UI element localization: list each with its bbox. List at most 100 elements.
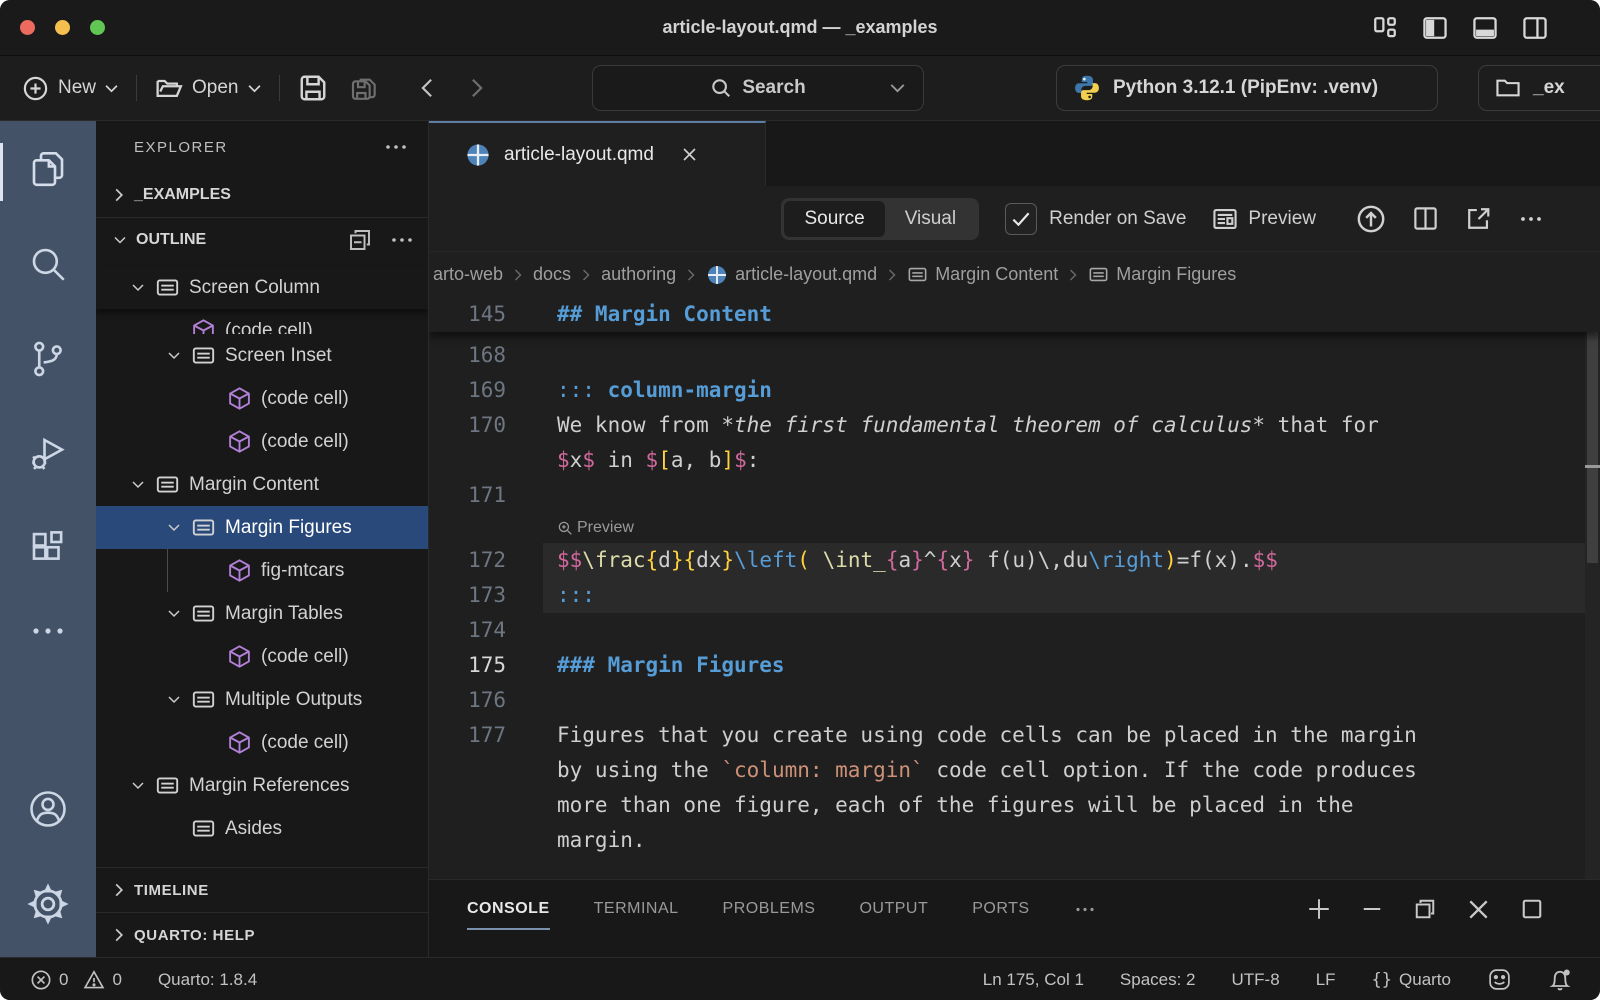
- quarto-help-section-header[interactable]: QUARTO: HELP: [96, 912, 428, 957]
- workspace-section-header[interactable]: _EXAMPLES: [96, 173, 428, 217]
- breadcrumb-item-docs[interactable]: docs: [533, 264, 571, 285]
- outline-item-fig-mtcars[interactable]: fig-mtcars: [96, 549, 428, 592]
- interpreter-selector-button[interactable]: Python 3.12.1 (PipEnv: .venv): [1056, 65, 1438, 111]
- cursor-position-status[interactable]: Ln 175, Col 1: [983, 970, 1084, 990]
- code-line[interactable]: by using the `column: margin` code cell …: [429, 753, 1600, 788]
- feedback-smiley-icon[interactable]: [1487, 967, 1512, 992]
- outline-item-asides[interactable]: Asides: [96, 807, 428, 850]
- close-tab-icon[interactable]: [681, 146, 698, 163]
- breadcrumb-item-margin-content[interactable]: Margin Content: [907, 264, 1058, 285]
- outline-more-actions-icon[interactable]: [390, 236, 414, 244]
- problems-status[interactable]: 0 0: [30, 969, 122, 991]
- outline-item-margin-tables[interactable]: Margin Tables: [96, 592, 428, 635]
- toggle-left-sidebar-icon[interactable]: [1422, 15, 1448, 41]
- editor-more-actions-button[interactable]: [1518, 215, 1544, 223]
- eol-status[interactable]: LF: [1316, 970, 1336, 990]
- indentation-status[interactable]: Spaces: 2: [1120, 970, 1196, 990]
- outline-item--code-cell-[interactable]: (code cell): [96, 420, 428, 463]
- outline-item-margin-figures[interactable]: Margin Figures: [96, 506, 428, 549]
- panel-more-tabs-icon[interactable]: [1074, 880, 1096, 938]
- open-in-new-window-button[interactable]: [1465, 205, 1492, 232]
- minimize-window-button[interactable]: [55, 20, 70, 35]
- customize-layout-icon[interactable]: [1372, 15, 1398, 41]
- code-line[interactable]: 169::: column-margin: [429, 373, 1600, 408]
- outline-item-screen-inset[interactable]: Screen Inset: [96, 334, 428, 377]
- encoding-status[interactable]: UTF-8: [1232, 970, 1280, 990]
- render-button[interactable]: [1356, 204, 1386, 234]
- restore-panel-icon[interactable]: [1413, 897, 1437, 921]
- outline-item-margin-content[interactable]: Margin Content: [96, 463, 428, 506]
- split-editor-button[interactable]: [1412, 205, 1439, 232]
- panel-tab-terminal[interactable]: TERMINAL: [594, 880, 679, 938]
- code-line[interactable]: 176: [429, 683, 1600, 718]
- sticky-scroll-line[interactable]: 145## Margin Content: [429, 297, 1600, 332]
- outline-item--code-cell-[interactable]: (code cell): [96, 377, 428, 420]
- code-line[interactable]: 173:::: [429, 578, 1600, 613]
- quarto-version-status[interactable]: Quarto: 1.8.4: [158, 970, 257, 990]
- breadcrumb-item-authoring[interactable]: authoring: [601, 264, 676, 285]
- mode-visual-button[interactable]: Visual: [885, 201, 976, 237]
- toggle-bottom-panel-icon[interactable]: [1472, 15, 1498, 41]
- outline-item-screen-column[interactable]: Screen Column: [96, 266, 428, 309]
- outline-item-margin-references[interactable]: Margin References: [96, 764, 428, 807]
- panel-tab-console[interactable]: CONSOLE: [467, 880, 550, 938]
- navigate-back-button[interactable]: [416, 77, 438, 99]
- editor-scrollbar[interactable]: [1585, 297, 1600, 879]
- code-line[interactable]: 174: [429, 613, 1600, 648]
- new-file-button[interactable]: New: [22, 75, 118, 102]
- workspace-folder-button[interactable]: _ex: [1478, 65, 1600, 111]
- code-line[interactable]: 170We know from *the first fundamental t…: [429, 408, 1600, 443]
- close-window-button[interactable]: [20, 20, 35, 35]
- render-on-save-checkbox[interactable]: Render on Save: [1005, 203, 1186, 235]
- outline-item--code-cell-[interactable]: (code cell): [96, 721, 428, 764]
- timeline-section-header[interactable]: TIMELINE: [96, 867, 428, 912]
- code-line[interactable]: more than one figure, each of the figure…: [429, 788, 1600, 823]
- save-button[interactable]: [298, 73, 328, 103]
- code-line[interactable]: 172$$\frac{d}{dx}\left( \int_{a}^{x} f(u…: [429, 543, 1600, 578]
- search-view-icon[interactable]: [0, 216, 96, 311]
- code-line[interactable]: 177Figures that you create using code ce…: [429, 718, 1600, 753]
- more-views-icon[interactable]: [0, 596, 96, 666]
- outline-section-header[interactable]: OUTLINE: [96, 217, 428, 262]
- outline-item--code-cell-[interactable]: (code cell): [96, 635, 428, 678]
- code-line[interactable]: 168: [429, 338, 1600, 373]
- scrollbar-thumb[interactable]: [1587, 301, 1598, 563]
- search-input[interactable]: Search: [592, 65, 924, 111]
- panel-tab-output[interactable]: OUTPUT: [859, 880, 928, 938]
- zoom-window-button[interactable]: [90, 20, 105, 35]
- codelens-preview[interactable]: Preview: [429, 513, 1600, 543]
- panel-tab-ports[interactable]: PORTS: [972, 880, 1029, 938]
- close-panel-icon[interactable]: [1467, 898, 1490, 921]
- language-mode-status[interactable]: {} Quarto: [1372, 970, 1451, 990]
- new-console-plus-icon[interactable]: [1307, 897, 1331, 921]
- code-line[interactable]: 175### Margin Figures: [429, 648, 1600, 683]
- collapse-all-icon[interactable]: [348, 228, 372, 252]
- breadcrumb-item-margin-figures[interactable]: Margin Figures: [1088, 264, 1236, 285]
- toggle-right-sidebar-icon[interactable]: [1522, 15, 1548, 41]
- code-line[interactable]: $x$ in $[a, b]$:: [429, 443, 1600, 478]
- outline-item--code-cell-[interactable]: (code cell): [96, 309, 428, 334]
- notifications-bell-icon[interactable]: [1548, 967, 1572, 993]
- source-control-view-icon[interactable]: [0, 311, 96, 406]
- code-editor[interactable]: 145## Margin Content168169::: column-mar…: [429, 297, 1600, 879]
- open-file-button[interactable]: Open: [155, 74, 260, 102]
- code-line[interactable]: 171: [429, 478, 1600, 513]
- save-all-button[interactable]: [348, 73, 378, 103]
- minimize-panel-icon[interactable]: [1361, 898, 1383, 920]
- extensions-view-icon[interactable]: [0, 501, 96, 596]
- navigate-forward-button[interactable]: [466, 77, 488, 99]
- tab-article-layout[interactable]: article-layout.qmd: [429, 121, 766, 186]
- explorer-more-actions-icon[interactable]: [384, 143, 408, 151]
- breadcrumb-item-arto-web[interactable]: arto-web: [433, 264, 503, 285]
- explorer-view-icon[interactable]: [0, 121, 96, 216]
- panel-tab-problems[interactable]: PROBLEMS: [723, 880, 816, 938]
- mode-source-button[interactable]: Source: [784, 201, 884, 237]
- preview-button[interactable]: Preview: [1212, 206, 1316, 232]
- settings-gear-icon[interactable]: [0, 856, 96, 951]
- run-debug-view-icon[interactable]: [0, 406, 96, 501]
- outline-item-multiple-outputs[interactable]: Multiple Outputs: [96, 678, 428, 721]
- account-icon[interactable]: [0, 761, 96, 856]
- breadcrumb-item-article-layout-qmd[interactable]: article-layout.qmd: [706, 264, 877, 286]
- maximize-panel-icon[interactable]: [1520, 897, 1544, 921]
- code-line[interactable]: margin.: [429, 823, 1600, 858]
